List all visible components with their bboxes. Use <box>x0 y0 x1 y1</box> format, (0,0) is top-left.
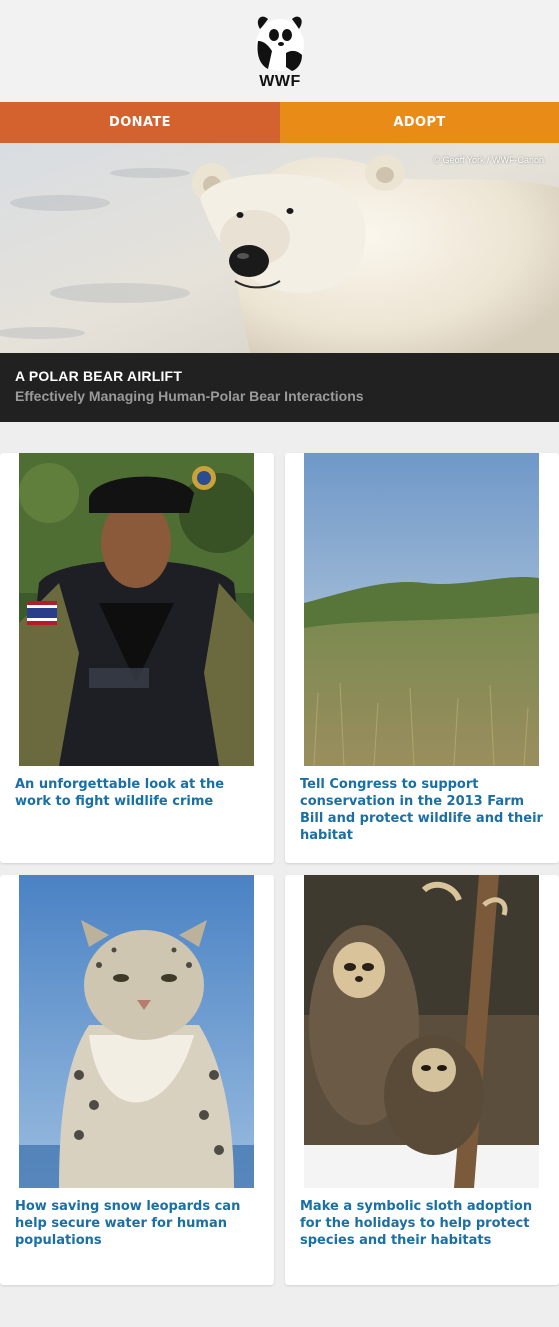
ranger-photo <box>19 453 254 766</box>
hero-title: A POLAR BEAR AIRLIFT <box>15 368 183 384</box>
logo-text: WWF <box>259 73 301 90</box>
story-card-sloth-adoption[interactable]: Make a symbolic sloth adoption for the h… <box>285 875 559 1285</box>
grassland-photo <box>304 453 539 766</box>
adopt-button[interactable]: ADOPT <box>280 102 559 143</box>
snow-leopard-photo <box>19 875 254 1188</box>
donate-button[interactable]: DONATE <box>0 102 280 143</box>
story-card-wildlife-crime[interactable]: An unforgettable look at the work to fig… <box>0 453 274 863</box>
polar-bear-photo <box>0 143 559 353</box>
hero-subtitle: Effectively Managing Human-Polar Bear In… <box>15 388 364 404</box>
story-link[interactable]: An unforgettable look at the work to fig… <box>15 776 263 810</box>
sloth-photo <box>304 875 539 1188</box>
story-card-farm-bill[interactable]: Tell Congress to support conservation in… <box>285 453 559 863</box>
story-link[interactable]: Tell Congress to support conservation in… <box>300 776 548 844</box>
header: WWF <box>0 0 559 102</box>
top-nav: DONATE ADOPT <box>0 102 559 143</box>
story-card-snow-leopard[interactable]: How saving snow leopards can help secure… <box>0 875 274 1285</box>
story-link[interactable]: How saving snow leopards can help secure… <box>15 1198 263 1249</box>
hero-image-polar-bear[interactable]: © Geoff York / WWF-Canon <box>0 143 559 353</box>
wwf-panda-logo[interactable]: WWF <box>252 11 308 90</box>
story-link[interactable]: Make a symbolic sloth adoption for the h… <box>300 1198 548 1249</box>
photo-credit: © Geoff York / WWF-Canon <box>433 155 544 165</box>
hero-caption[interactable]: A POLAR BEAR AIRLIFT Effectively Managin… <box>0 353 559 422</box>
